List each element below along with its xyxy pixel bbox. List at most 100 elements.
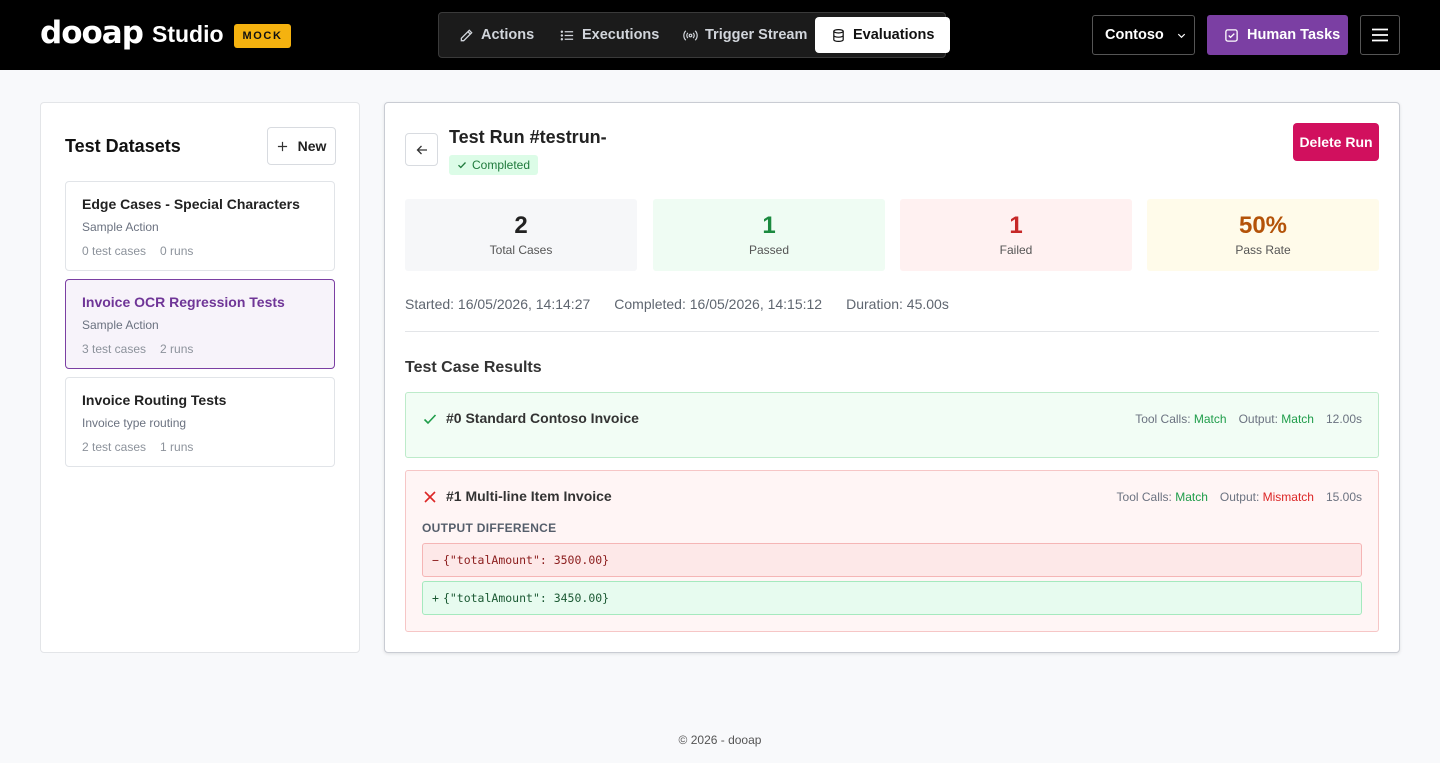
stat-pass-rate: 50% Pass Rate bbox=[1147, 199, 1379, 271]
output-value: Match bbox=[1281, 412, 1314, 426]
test-case-result-1[interactable]: #1 Multi-line Item Invoice Tool Calls: M… bbox=[405, 470, 1379, 632]
minus-sign: − bbox=[432, 553, 439, 567]
output-difference-label: OUTPUT DIFFERENCE bbox=[422, 521, 557, 535]
test-case-name: #1 Multi-line Item Invoice bbox=[446, 488, 612, 504]
dataset-meta: 2 test cases 1 runs bbox=[82, 440, 193, 454]
stat-value: 2 bbox=[514, 212, 528, 239]
stat-failed: 1 Failed bbox=[900, 199, 1132, 271]
stat-value: 1 bbox=[1009, 212, 1023, 239]
plus-icon bbox=[277, 141, 287, 151]
top-navbar: dooap Studio MOCK Actions Executions Tri… bbox=[0, 0, 1440, 70]
tab-trigger-stream[interactable]: Trigger Stream bbox=[683, 17, 807, 53]
test-case-meta: Tool Calls: Match Output: Match 12.00s bbox=[1135, 412, 1362, 426]
test-case-duration: 12.00s bbox=[1325, 412, 1362, 426]
human-tasks-label: Human Tasks bbox=[1247, 27, 1341, 43]
new-dataset-button[interactable]: New bbox=[267, 127, 336, 165]
test-case-results-title: Test Case Results bbox=[405, 359, 542, 376]
test-datasets-panel: Test Datasets New Edge Cases - Special C… bbox=[40, 102, 360, 653]
test-run-detail-panel: Test Run #testrun- Completed Delete Run … bbox=[384, 102, 1400, 653]
tab-actions-label: Actions bbox=[481, 27, 535, 43]
dataset-runs: 0 runs bbox=[160, 244, 194, 258]
dataset-item-edge-cases[interactable]: Edge Cases - Special Characters Sample A… bbox=[65, 181, 335, 271]
organization-label: Contoso bbox=[1105, 27, 1164, 43]
run-timing: Started: 16/05/2026, 14:14:27 Completed:… bbox=[405, 296, 949, 312]
back-button[interactable] bbox=[405, 133, 438, 166]
stat-label: Pass Rate bbox=[1235, 243, 1291, 257]
dataset-test-cases: 2 test cases bbox=[82, 440, 147, 454]
test-case-meta: Tool Calls: Match Output: Mismatch 15.00… bbox=[1117, 490, 1362, 504]
dataset-name: Edge Cases - Special Characters bbox=[82, 196, 300, 212]
stat-value: 50% bbox=[1238, 212, 1288, 239]
test-datasets-title: Test Datasets bbox=[65, 136, 181, 156]
stat-label: Total Cases bbox=[489, 243, 553, 257]
arrow-left-icon bbox=[416, 145, 427, 154]
tool-calls-value: Match bbox=[1175, 490, 1208, 504]
stat-label: Failed bbox=[999, 243, 1033, 257]
tool-calls-result: Tool Calls: Match bbox=[1135, 412, 1226, 426]
chevron-down-icon bbox=[1177, 33, 1185, 38]
broadcast-icon bbox=[683, 29, 698, 41]
diff-removed-text: {"totalAmount": 3500.00} bbox=[442, 553, 610, 567]
list-icon bbox=[560, 30, 574, 40]
dooap-logo[interactable]: dooap bbox=[40, 14, 144, 52]
diff-added-text: {"totalAmount": 3450.00} bbox=[442, 591, 610, 605]
status-label: Completed bbox=[472, 158, 531, 172]
tool-calls-value: Match bbox=[1193, 412, 1227, 426]
tab-evaluations-label: Evaluations bbox=[853, 27, 935, 43]
tab-evaluations[interactable]: Evaluations bbox=[815, 17, 951, 53]
dataset-action: Sample Action bbox=[82, 318, 159, 332]
dataset-runs: 2 runs bbox=[160, 342, 194, 356]
new-dataset-label: New bbox=[297, 138, 327, 154]
human-tasks-button[interactable]: Human Tasks bbox=[1207, 15, 1348, 55]
completed-time: Completed: 16/05/2026, 14:15:12 bbox=[614, 296, 823, 312]
dataset-item-invoice-routing[interactable]: Invoice Routing Tests Invoice type routi… bbox=[65, 377, 335, 467]
checkbox-icon bbox=[1225, 28, 1238, 42]
tab-trigger-stream-label: Trigger Stream bbox=[705, 27, 808, 43]
footer-copyright: © 2026 - dooap bbox=[678, 733, 762, 747]
tab-executions[interactable]: Executions bbox=[560, 17, 659, 53]
dataset-action: Invoice type routing bbox=[82, 416, 187, 430]
test-case-duration: 15.00s bbox=[1325, 490, 1362, 504]
divider bbox=[405, 331, 1379, 332]
dataset-test-cases: 0 test cases bbox=[82, 244, 147, 258]
diff-added-line: + {"totalAmount": 3450.00} bbox=[422, 581, 1362, 615]
hamburger-icon bbox=[1372, 28, 1388, 42]
test-run-title: Test Run #testrun- bbox=[449, 127, 607, 147]
stat-total-cases: 2 Total Cases bbox=[405, 199, 637, 271]
pencil-icon bbox=[460, 28, 473, 41]
stat-value: 1 bbox=[762, 212, 776, 239]
output-label: Output: bbox=[1219, 490, 1260, 504]
check-icon bbox=[423, 414, 437, 425]
database-icon bbox=[833, 28, 844, 42]
mock-badge: MOCK bbox=[234, 24, 291, 48]
output-result: Output: Mismatch bbox=[1220, 490, 1314, 504]
test-case-name: #0 Standard Contoso Invoice bbox=[446, 410, 639, 426]
check-icon bbox=[458, 162, 466, 169]
status-badge: Completed bbox=[449, 155, 539, 175]
main-nav-tabs: Actions Executions Trigger Stream Evalua… bbox=[438, 12, 951, 58]
stat-passed: 1 Passed bbox=[653, 199, 885, 271]
dataset-runs: 1 runs bbox=[160, 440, 194, 454]
diff-removed-line: − {"totalAmount": 3500.00} bbox=[422, 543, 1362, 577]
organization-selector[interactable]: Contoso bbox=[1092, 15, 1195, 55]
stat-label: Passed bbox=[748, 243, 790, 257]
dataset-meta: 3 test cases 2 runs bbox=[82, 342, 193, 356]
plus-sign: + bbox=[432, 591, 439, 605]
started-time: Started: 16/05/2026, 14:14:27 bbox=[405, 296, 591, 312]
tab-actions[interactable]: Actions bbox=[459, 17, 534, 53]
tool-calls-label: Tool Calls: bbox=[1116, 490, 1172, 504]
dataset-item-invoice-ocr[interactable]: Invoice OCR Regression Tests Sample Acti… bbox=[65, 279, 335, 369]
dataset-test-cases: 3 test cases bbox=[82, 342, 147, 356]
tool-calls-label: Tool Calls: bbox=[1135, 412, 1191, 426]
tab-executions-label: Executions bbox=[582, 27, 660, 43]
hamburger-menu-button[interactable] bbox=[1360, 15, 1400, 55]
output-result: Output: Match bbox=[1239, 412, 1314, 426]
delete-run-button[interactable]: Delete Run bbox=[1293, 123, 1379, 161]
duration: Duration: 45.00s bbox=[846, 296, 949, 312]
test-case-result-0[interactable]: #0 Standard Contoso Invoice Tool Calls: … bbox=[405, 392, 1379, 458]
studio-label: Studio bbox=[152, 21, 224, 47]
dataset-name: Invoice Routing Tests bbox=[82, 392, 227, 408]
dataset-meta: 0 test cases 0 runs bbox=[82, 244, 193, 258]
dataset-name: Invoice OCR Regression Tests bbox=[82, 294, 285, 310]
x-icon bbox=[424, 491, 436, 503]
